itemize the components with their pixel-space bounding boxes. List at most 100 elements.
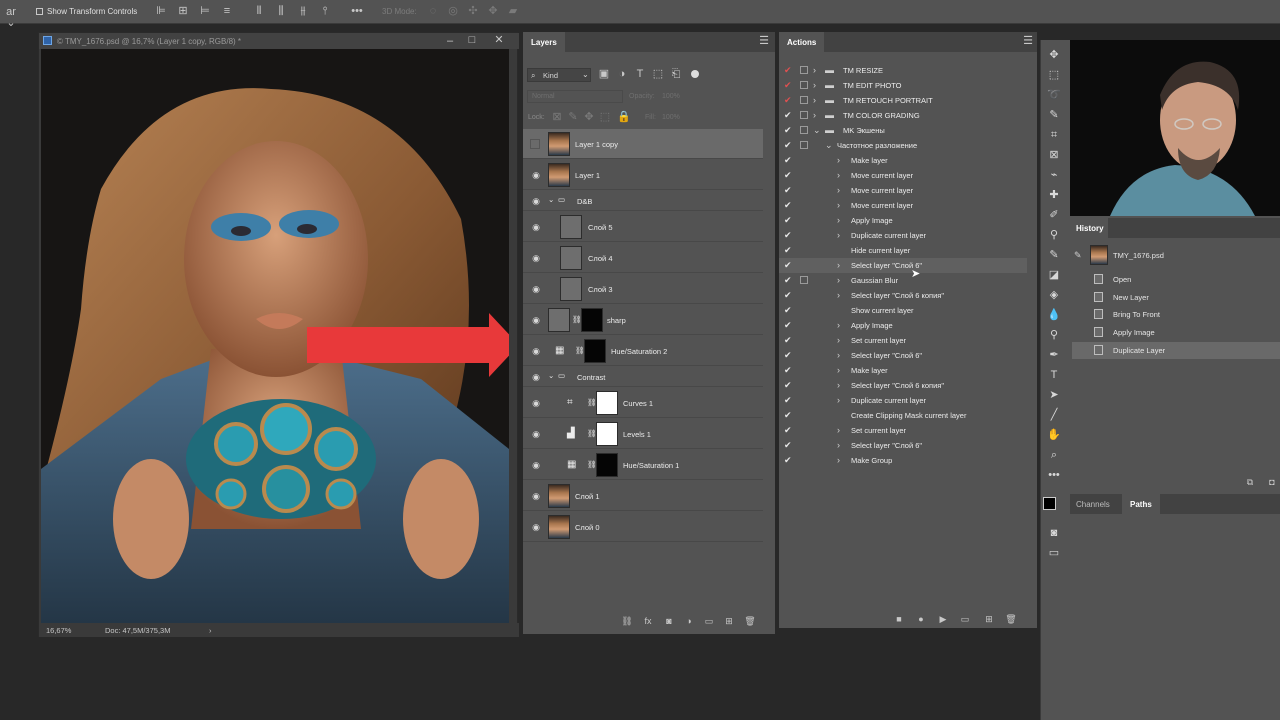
layer-row[interactable]: ◉ Слой 1 <box>523 481 763 511</box>
pen-tool-icon[interactable]: ✒ <box>1044 346 1064 364</box>
check-icon[interactable]: ✔ <box>784 275 794 285</box>
lock-position-icon[interactable]: ✥ <box>582 112 596 123</box>
chevron-right-icon[interactable]: › <box>813 80 816 90</box>
minimize-icon[interactable]: – <box>443 36 457 47</box>
lasso-tool-icon[interactable]: ➰ <box>1044 86 1064 104</box>
line-tool-icon[interactable]: ╱ <box>1044 406 1064 424</box>
eye-icon[interactable]: ◉ <box>530 398 542 408</box>
align-left-icon[interactable]: ⊫ <box>154 6 168 17</box>
check-icon[interactable]: ✔ <box>784 65 794 75</box>
action-step-row[interactable]: ✔ › Move current layer <box>779 168 1027 183</box>
action-step-row[interactable]: ✔ › Set current layer <box>779 333 1027 348</box>
action-set-row[interactable]: ✔ › ▬ TM RESIZE <box>779 63 1027 78</box>
layer-row[interactable]: ◉ Слой 3 <box>523 274 763 304</box>
chevron-right-icon[interactable]: › <box>837 275 840 285</box>
action-step-row[interactable]: ✔ › Move current layer <box>779 198 1027 213</box>
quick-mask-icon[interactable]: ◙ <box>1044 524 1064 542</box>
check-icon[interactable]: ✔ <box>784 335 794 345</box>
filter-pixel-icon[interactable]: ▣ <box>597 69 611 80</box>
new-set-icon[interactable]: ▭ <box>959 614 971 624</box>
filter-toggle-icon[interactable] <box>691 70 699 78</box>
drag-3d-icon[interactable]: ✣ <box>466 6 480 17</box>
distribute-bottom-icon[interactable]: ⫵ <box>296 6 310 17</box>
eyedropper-tool-icon[interactable]: ⌁ <box>1044 166 1064 184</box>
blur-tool-icon[interactable]: 💧 <box>1044 306 1064 324</box>
history-item[interactable]: Apply Image <box>1072 324 1280 341</box>
eye-icon[interactable]: ◉ <box>530 372 542 382</box>
tab-layers[interactable]: Layers <box>523 32 565 52</box>
brush-tool-icon[interactable]: ✐ <box>1044 206 1064 224</box>
eye-icon[interactable]: ◉ <box>530 346 542 356</box>
chevron-right-icon[interactable]: › <box>837 365 840 375</box>
maximize-icon[interactable]: □ <box>465 35 479 46</box>
hand-tool-icon[interactable]: ✋ <box>1044 426 1064 444</box>
action-row[interactable]: ✔ ⌄ Частотное разложение <box>779 138 1027 153</box>
layer-row[interactable]: ◉ ⛓ sharp <box>523 305 763 335</box>
filter-adjustment-icon[interactable]: ◑ <box>615 69 629 80</box>
filter-shape-icon[interactable]: ⬚ <box>651 69 665 80</box>
dodge-tool-icon[interactable]: ⚲ <box>1044 326 1064 344</box>
path-select-tool-icon[interactable]: ➤ <box>1044 386 1064 404</box>
check-icon[interactable]: ✔ <box>784 200 794 210</box>
add-mask-icon[interactable]: ◙ <box>663 616 675 626</box>
align-center-icon[interactable]: ⊞ <box>176 6 190 17</box>
history-brush-source-icon[interactable]: ✎ <box>1074 250 1082 261</box>
check-icon[interactable]: ✔ <box>784 170 794 180</box>
blend-mode-select[interactable]: Normal <box>527 90 623 103</box>
chevron-right-icon[interactable]: › <box>837 170 840 180</box>
lock-all-icon[interactable]: 🔒 <box>617 112 631 123</box>
chevron-down-icon[interactable]: ⌄ <box>548 195 554 204</box>
action-step-row[interactable]: ✔ › Apply Image <box>779 318 1027 333</box>
layer-row[interactable]: ◉ Слой 5 <box>523 212 763 242</box>
check-icon[interactable]: ✔ <box>784 125 794 135</box>
action-step-row[interactable]: ✔ › Move current layer <box>779 183 1027 198</box>
zoom-tool-icon[interactable]: ⌕ <box>1044 446 1064 464</box>
stamp-tool-icon[interactable]: ⚲ <box>1044 226 1064 244</box>
eye-icon[interactable]: ◉ <box>530 253 542 263</box>
opacity-field[interactable]: 100% <box>662 93 680 100</box>
zoom-level[interactable]: 16,67% <box>46 626 71 635</box>
paint-bucket-tool-icon[interactable]: ◈ <box>1044 286 1064 304</box>
lock-image-icon[interactable]: ✎ <box>566 112 580 123</box>
move-tool-icon[interactable]: ✥ <box>1044 46 1064 64</box>
adjustment-layer-icon[interactable]: ◑ <box>683 616 695 626</box>
crop-tool-icon[interactable]: ⌗ <box>1044 126 1064 144</box>
healing-tool-icon[interactable]: ✚ <box>1044 186 1064 204</box>
check-icon[interactable]: ✔ <box>784 425 794 435</box>
layer-group-row[interactable]: ◉ ⌄ ▭ D&B <box>523 191 763 211</box>
action-step-row[interactable]: ✔ › Set current layer <box>779 423 1027 438</box>
action-step-row[interactable]: ✔ › Make layer <box>779 153 1027 168</box>
eye-icon[interactable]: ◉ <box>530 460 542 470</box>
action-step-row[interactable]: ✔ › Make layer <box>779 363 1027 378</box>
distribute-middle-icon[interactable]: ⫼ <box>274 6 288 17</box>
roll-3d-icon[interactable]: ◎ <box>446 6 460 17</box>
preset-dropdown[interactable]: ar ⌄ <box>0 7 22 29</box>
image-canvas[interactable] <box>41 49 509 624</box>
check-icon[interactable]: ✔ <box>784 95 794 105</box>
chevron-right-icon[interactable]: › <box>837 230 840 240</box>
action-set-row[interactable]: ✔ › ▬ TM EDIT PHOTO <box>779 78 1027 93</box>
foreground-color-swatch[interactable] <box>1043 497 1056 510</box>
marquee-tool-icon[interactable]: ⬚ <box>1044 66 1064 84</box>
check-icon[interactable]: ✔ <box>784 185 794 195</box>
check-icon[interactable]: ✔ <box>784 245 794 255</box>
dialog-toggle-icon[interactable] <box>800 66 808 74</box>
dialog-toggle-icon[interactable] <box>800 141 808 149</box>
orbit-3d-icon[interactable]: ◌ <box>426 6 440 17</box>
history-item[interactable]: Duplicate Layer <box>1072 342 1280 359</box>
trash-icon[interactable]: 🗑 <box>1005 614 1017 624</box>
action-step-row[interactable]: ✔ Create Clipping Mask current layer <box>779 408 1027 423</box>
chevron-right-icon[interactable]: › <box>813 65 816 75</box>
screen-mode-icon[interactable]: ▭ <box>1044 544 1064 562</box>
chevron-right-icon[interactable]: › <box>837 320 840 330</box>
tab-history[interactable]: History <box>1072 218 1108 238</box>
eye-icon[interactable]: ◉ <box>530 491 542 501</box>
layer-row[interactable]: ◉ ▦ ⛓ Hue/Saturation 1 <box>523 450 763 480</box>
layer-row[interactable]: ◉ ▦ ⛓ Hue/Saturation 2 <box>523 336 763 366</box>
fx-icon[interactable]: fx <box>642 616 654 626</box>
quick-select-tool-icon[interactable]: ✎ <box>1044 106 1064 124</box>
panel-menu-icon[interactable]: ☰ <box>1021 36 1035 47</box>
chevron-right-icon[interactable]: › <box>837 260 840 270</box>
kind-filter-select[interactable]: ⌕ Kind ⌄ <box>527 68 591 82</box>
check-icon[interactable]: ✔ <box>784 350 794 360</box>
